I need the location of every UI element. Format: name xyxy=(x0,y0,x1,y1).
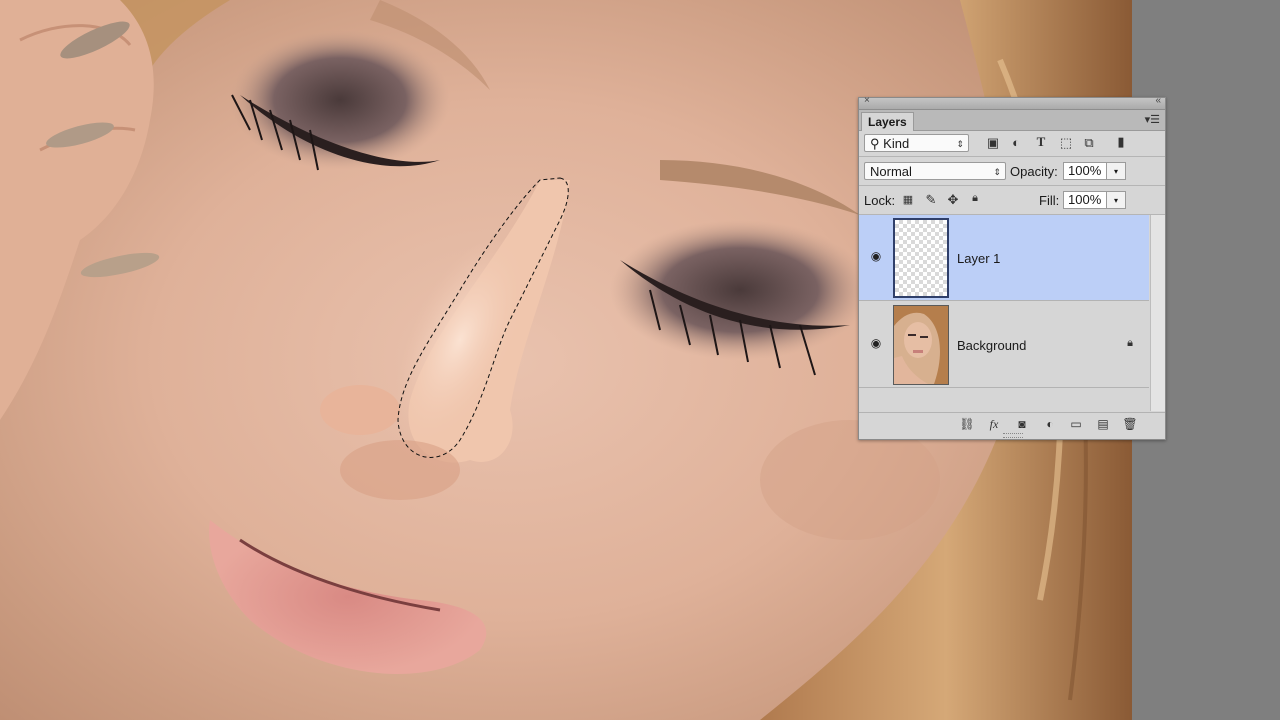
add-mask-icon[interactable]: ◙ xyxy=(1013,417,1031,431)
updown-arrow-icon: ⇕ xyxy=(956,139,964,149)
smart-object-filter-icon[interactable]: ⧉ xyxy=(1080,135,1098,151)
fx-icon[interactable]: fx xyxy=(985,417,1003,432)
updown-arrow-icon: ⇕ xyxy=(993,167,1001,177)
close-icon[interactable]: × xyxy=(864,95,870,106)
lock-transparent-pixels-icon[interactable]: ▦ xyxy=(899,193,917,206)
filter-kind-value: Kind xyxy=(883,136,910,151)
lock-position-icon[interactable]: ✥ xyxy=(944,192,962,208)
resize-grip[interactable] xyxy=(1003,433,1023,438)
lock-all-icon[interactable]: 🔒︎ xyxy=(966,192,984,205)
filter-kind-dropdown[interactable]: ⚲ Kind ⇕ xyxy=(864,134,969,152)
tab-layers[interactable]: Layers xyxy=(861,112,914,131)
panel-footer: ⛓ fx ◙ ◐ ▭ ▤ 🗑︎ xyxy=(859,412,1165,439)
lock-label: Lock: xyxy=(864,193,896,208)
blend-mode-value: Normal xyxy=(870,164,912,179)
eye-icon[interactable]: ◉ xyxy=(868,249,884,263)
link-layers-icon[interactable]: ⛓ xyxy=(958,417,976,431)
fill-dropdown-button[interactable]: ▾ xyxy=(1106,191,1126,209)
lock-image-pixels-icon[interactable]: ✎ xyxy=(922,192,940,208)
new-layer-icon[interactable]: ▤ xyxy=(1094,417,1112,431)
layer-name[interactable]: Background xyxy=(957,338,1026,353)
new-group-icon[interactable]: ▭ xyxy=(1067,417,1085,431)
lock-row: Lock: ▦ ✎ ✥ 🔒︎ Fill: 100% ▾ xyxy=(859,186,1165,214)
opacity-dropdown-button[interactable]: ▾ xyxy=(1106,162,1126,180)
layer-name[interactable]: Layer 1 xyxy=(957,251,1000,266)
opacity-label: Opacity: xyxy=(1010,164,1058,179)
fill-label: Fill: xyxy=(1039,193,1060,208)
background-thumbnail-image xyxy=(894,306,948,384)
shape-filter-icon[interactable]: ⬚ xyxy=(1057,135,1075,151)
adjustment-filter-icon[interactable]: ◐ xyxy=(1007,135,1025,150)
blend-mode-dropdown[interactable]: Normal ⇕ xyxy=(864,162,1006,180)
panel-menu-icon[interactable]: ▾☰ xyxy=(1145,113,1160,126)
eye-icon[interactable]: ◉ xyxy=(868,336,884,350)
trash-icon[interactable]: 🗑︎ xyxy=(1121,417,1139,431)
filter-row: ⚲ Kind ⇕ ▣ ◐ T ⬚ ⧉ ▮ xyxy=(859,130,1165,156)
layer-list: ◉ Layer 1 ◉ Background 🔒︎ xyxy=(859,215,1165,411)
layer-row-layer-1[interactable]: ◉ Layer 1 xyxy=(859,215,1149,301)
layer-thumbnail xyxy=(893,218,949,298)
new-adjustment-icon[interactable]: ◐ xyxy=(1041,417,1059,431)
panel-tab-row: Layers ▾☰ xyxy=(859,110,1165,131)
layer-thumbnail xyxy=(893,305,949,385)
layers-panel: × « Layers ▾☰ ⚲ Kind ⇕ ▣ ◐ T ⬚ ⧉ ▮ Norma… xyxy=(858,95,1166,440)
layer-row-background[interactable]: ◉ Background 🔒︎ xyxy=(859,302,1149,388)
lock-icon: 🔒︎ xyxy=(1127,337,1133,349)
collapse-icon[interactable]: « xyxy=(1155,95,1161,106)
blend-row: Normal ⇕ Opacity: 100% ▾ xyxy=(859,157,1165,185)
panel-titlebar[interactable]: × « xyxy=(859,95,1165,110)
layer-list-scrollbar[interactable] xyxy=(1150,215,1165,411)
filter-toggle-icon[interactable]: ▮ xyxy=(1112,134,1130,150)
search-icon: ⚲ xyxy=(870,136,880,151)
type-filter-icon[interactable]: T xyxy=(1032,134,1050,150)
image-filter-icon[interactable]: ▣ xyxy=(984,135,1002,151)
